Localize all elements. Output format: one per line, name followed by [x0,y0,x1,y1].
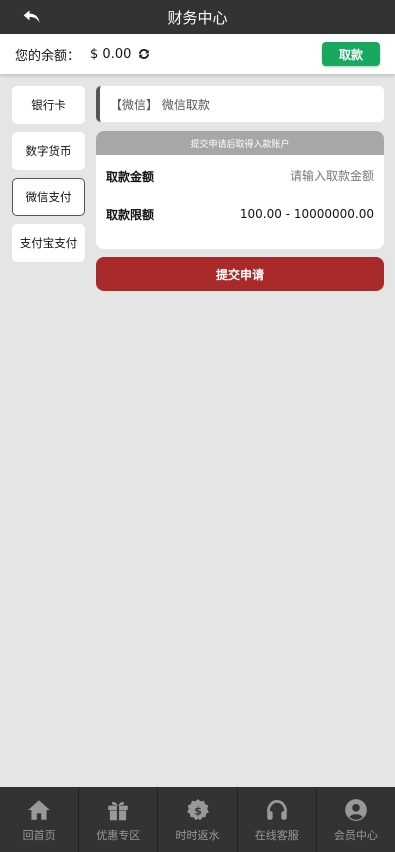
limit-label: 取款限额 [106,207,155,222]
withdraw-form-card: 提交申请后取得入款账户 取款金额 取款限额 100.00 - 10000000.… [96,131,384,249]
balance-label: 您的余额： [15,48,81,64]
back-arrow-icon[interactable] [22,8,42,26]
nav-rebate-label: 时时返水 [175,828,220,842]
balance-bar: 您的余额： $ 0.00 取款 [0,34,395,74]
method-wechat-pay[interactable]: 微信支付 [12,178,85,216]
user-icon [345,798,367,821]
method-crypto[interactable]: 数字货币 [12,132,85,170]
nav-member[interactable]: 会员中心 [317,787,395,852]
withdraw-panel: 【微信】 微信取款 提交申请后取得入款账户 取款金额 取款限额 100.00 -… [96,86,384,291]
notice-header: 提交申请后取得入款账户 [96,131,384,155]
limit-value: 100.00 - 10000000.00 [239,207,374,221]
nav-support-label: 在线客服 [254,828,299,842]
dollar-badge-icon: $ [186,798,209,820]
method-alipay[interactable]: 支付宝支付 [12,224,85,262]
nav-home[interactable]: 回首页 [0,787,80,852]
top-bar: 财务中心 [0,0,395,34]
amount-label: 取款金额 [106,169,155,184]
nav-promotions[interactable]: 优惠专区 [79,787,159,852]
nav-home-label: 回首页 [22,828,56,842]
nav-promotions-label: 优惠专区 [96,828,141,842]
bottom-nav: 回首页 优惠专区 $ 时时返水 在线客服 会员中心 [0,787,395,852]
svg-text:$: $ [194,804,202,817]
method-bank-card[interactable]: 银行卡 [12,86,85,124]
home-icon [28,799,50,820]
nav-member-label: 会员中心 [333,828,378,842]
headset-icon [266,799,287,820]
method-sidebar: 银行卡 数字货币 微信支付 支付宝支付 [12,86,85,270]
gift-icon [108,801,129,820]
nav-rebate[interactable]: $ 时时返水 [158,787,238,852]
selected-method-label: 【微信】 微信取款 [96,86,384,122]
refresh-icon[interactable] [137,47,151,61]
page-title: 财务中心 [167,8,228,27]
nav-support[interactable]: 在线客服 [238,787,317,852]
withdraw-button[interactable]: 取款 [322,42,380,66]
submit-button[interactable]: 提交申请 [96,257,384,291]
limit-row: 取款限额 100.00 - 10000000.00 [96,195,384,233]
amount-row: 取款金额 [96,157,384,195]
amount-input[interactable] [214,169,374,183]
balance-amount: $ 0.00 [90,46,132,62]
